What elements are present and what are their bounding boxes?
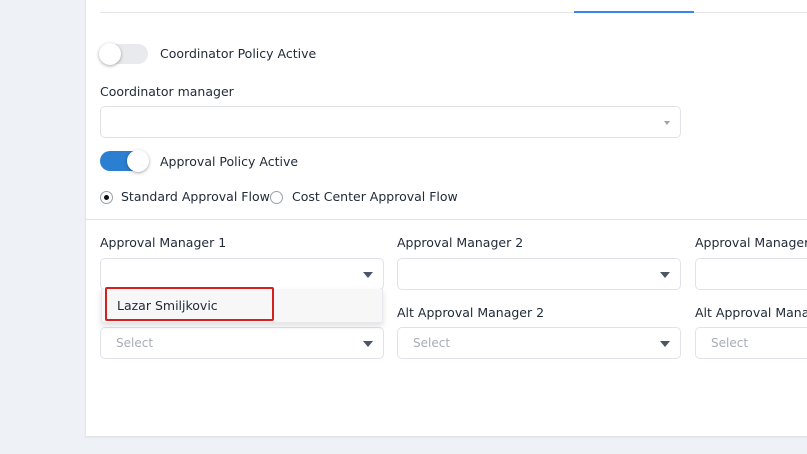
approval-manager-1-label: Approval Manager 1 (100, 235, 227, 250)
cost-center-approval-flow-label: Cost Center Approval Flow (292, 189, 458, 204)
dropdown-option-label: Lazar Smiljkovic (117, 298, 218, 313)
cost-center-approval-flow-radio[interactable] (270, 191, 283, 204)
approval-policy-label: Approval Policy Active (160, 154, 299, 169)
approval-manager-3-label: Approval Manager 3 (695, 235, 807, 250)
chevron-down-icon (664, 121, 670, 125)
standard-approval-flow-label: Standard Approval Flow (121, 189, 270, 204)
approval-manager-1-dropdown: Lazar Smiljkovic (101, 289, 383, 323)
approval-manager-2-label: Approval Manager 2 (397, 235, 524, 250)
approval-manager-2-select[interactable] (397, 258, 681, 290)
approval-policy-toggle[interactable] (100, 150, 149, 172)
dropdown-option-lazar-smiljkovic[interactable]: Lazar Smiljkovic (102, 289, 382, 323)
coordinator-manager-label: Coordinator manager (100, 84, 234, 99)
tab-bar-divider (100, 12, 807, 13)
alt-approval-manager-3-label: Alt Approval Manager 3 (695, 305, 807, 320)
select-placeholder: Select (711, 336, 749, 350)
select-placeholder: Select (116, 336, 154, 350)
coordinator-policy-toggle[interactable] (99, 43, 148, 65)
coordinator-policy-label: Coordinator Policy Active (160, 46, 317, 61)
active-tab-indicator (574, 11, 694, 13)
approval-manager-3-select[interactable] (695, 258, 807, 290)
alt-approval-manager-3-select[interactable]: Select (695, 327, 807, 359)
approval-manager-1-select[interactable] (100, 258, 384, 290)
select-placeholder: Select (413, 336, 451, 350)
standard-approval-flow-radio[interactable] (100, 191, 113, 204)
toggle-knob (99, 43, 121, 65)
chevron-down-icon (363, 341, 373, 347)
chevron-down-icon (660, 272, 670, 278)
chevron-down-icon (363, 272, 373, 278)
alt-approval-manager-2-label: Alt Approval Manager 2 (397, 305, 545, 320)
section-divider (85, 219, 807, 220)
chevron-down-icon (660, 341, 670, 347)
toggle-knob (127, 150, 149, 172)
coordinator-manager-select[interactable] (100, 106, 681, 138)
alt-approval-manager-2-select[interactable]: Select (397, 327, 681, 359)
alt-approval-manager-1-select[interactable]: Select (100, 327, 384, 359)
